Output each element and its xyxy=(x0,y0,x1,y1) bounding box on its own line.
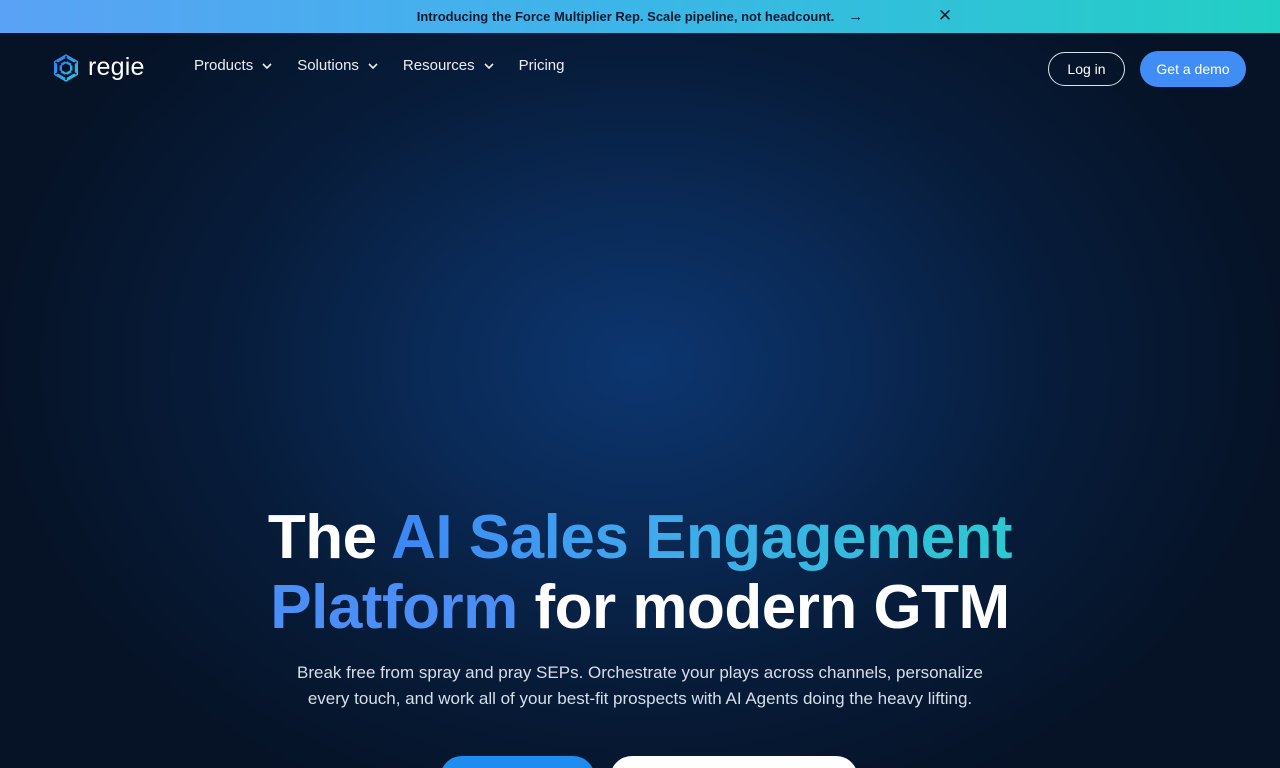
login-button[interactable]: Log in xyxy=(1048,52,1125,86)
headline-highlight: AI Sales Engagement xyxy=(391,503,1013,572)
main-menu: Products Solutions Resources Pricing xyxy=(194,57,564,74)
headline-platform: Platform xyxy=(270,573,518,642)
nav-item-solutions[interactable]: Solutions xyxy=(297,57,379,74)
nav-item-label: Solutions xyxy=(297,57,359,74)
nav-item-label: Resources xyxy=(402,57,475,74)
chevron-down-icon xyxy=(368,62,378,69)
hero-subheadline: Break free from spray and pray SEPs. Orc… xyxy=(297,663,983,708)
nav-item-resources[interactable]: Resources xyxy=(403,57,495,74)
nav-item-pricing[interactable]: Pricing xyxy=(519,57,565,74)
announcement-text: Introducing the Force Multiplier Rep. Sc… xyxy=(416,9,835,24)
get-demo-button[interactable]: Get a demo xyxy=(1140,51,1246,87)
nav-item-products[interactable]: Products xyxy=(194,57,273,74)
hero-primary-cta[interactable] xyxy=(440,756,595,768)
headline-the: The xyxy=(267,503,392,572)
arrow-right-icon: → xyxy=(848,8,864,25)
nav-item-label: Pricing xyxy=(518,57,565,74)
announcement-link[interactable]: Introducing the Force Multiplier Rep. Sc… xyxy=(417,8,863,25)
hero-secondary-cta[interactable] xyxy=(610,756,858,768)
hero-headline: The AI Sales Engagement Platform for mod… xyxy=(0,503,1280,643)
chevron-down-icon xyxy=(484,62,494,69)
close-icon[interactable]: ✕ xyxy=(936,6,954,25)
brand-logo[interactable]: regie xyxy=(52,53,145,82)
hexagon-logo-icon xyxy=(54,53,78,82)
nav-item-label: Products xyxy=(194,57,254,74)
headline-rest: for modern GTM xyxy=(517,573,1011,642)
chevron-down-icon xyxy=(262,62,272,69)
announcement-bar: Introducing the Force Multiplier Rep. Sc… xyxy=(0,0,1280,33)
hero-background xyxy=(0,33,1280,768)
brand-name: regie xyxy=(88,53,145,81)
